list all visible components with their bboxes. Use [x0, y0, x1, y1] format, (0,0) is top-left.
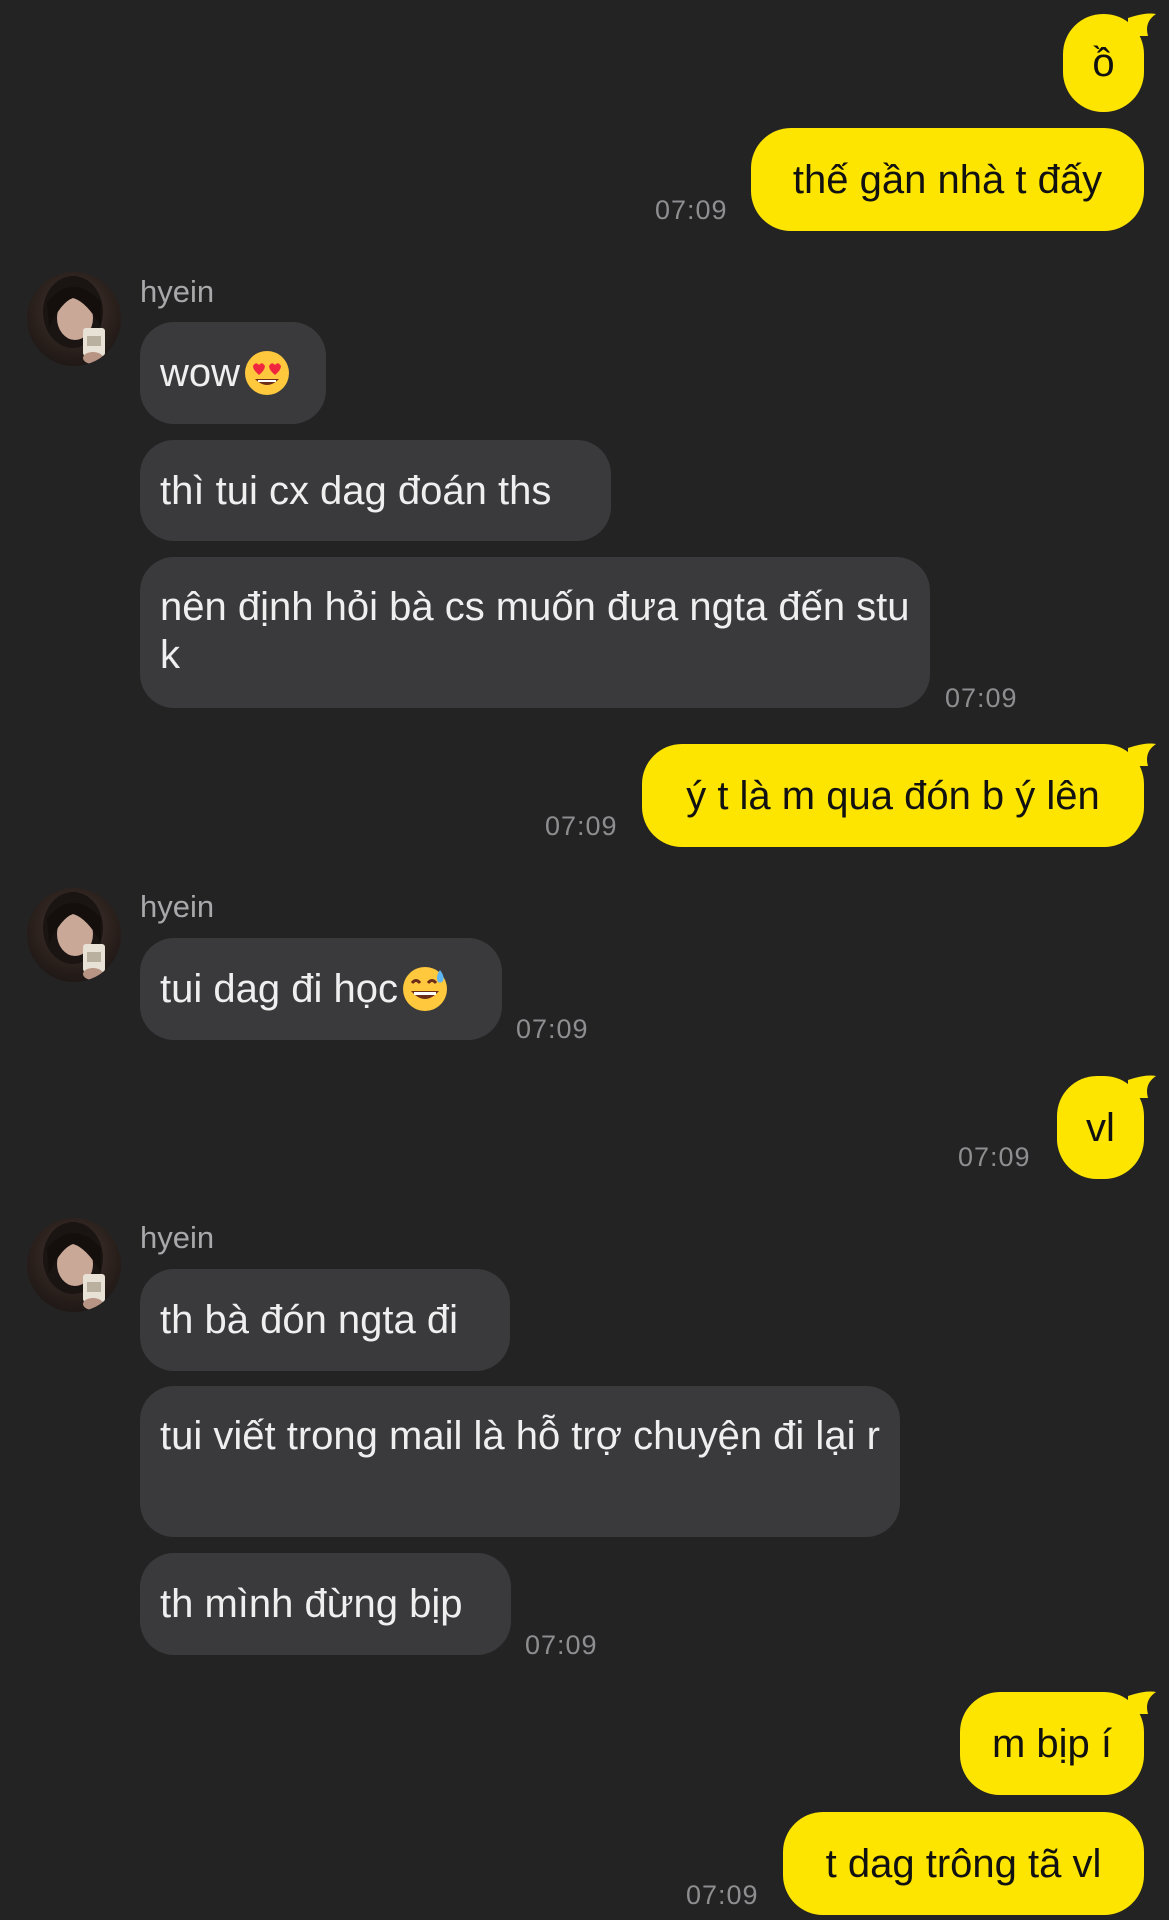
sent-message[interactable]: ý t là m qua đón b ý lên — [642, 744, 1144, 847]
message-text: thế gần nhà t đấy — [792, 157, 1103, 202]
message-timestamp: 07:09 — [545, 811, 618, 841]
grinning-sweat-emoji-icon — [402, 966, 448, 1012]
contact-avatar[interactable] — [27, 272, 121, 366]
contact-avatar[interactable] — [27, 888, 121, 982]
message-timestamp: 07:09 — [525, 1630, 598, 1660]
sender-name: hyein — [140, 1220, 215, 1255]
message-text: ồ — [1092, 41, 1115, 85]
bubble-tail-icon — [1128, 1691, 1156, 1714]
avatar-photo — [43, 892, 105, 980]
message-timestamp: 07:09 — [945, 683, 1018, 713]
sent-message[interactable]: thế gần nhà t đấy — [751, 128, 1144, 231]
message-text: t dag trông tã vl — [825, 1841, 1102, 1886]
received-message[interactable]: thì tui cx dag đoán ths — [140, 440, 611, 541]
message-timestamp: 07:09 — [958, 1142, 1031, 1172]
message-text: wow — [160, 351, 241, 395]
message-timestamp: 07:09 — [655, 195, 728, 225]
sender-name: hyein — [140, 889, 215, 924]
message-text: tui dag đi học — [160, 967, 398, 1011]
sent-message[interactable]: t dag trông tã vl — [783, 1812, 1144, 1915]
message-text: th bà đón ngta đi — [160, 1298, 459, 1342]
bubble-tail-icon — [1128, 1075, 1156, 1098]
avatar-photo — [43, 276, 105, 364]
received-message[interactable]: wow — [140, 322, 326, 424]
heart-eyes-emoji-icon — [244, 350, 290, 396]
message-text: thì tui cx dag đoán ths — [160, 468, 552, 513]
message-timestamp: 07:09 — [686, 1880, 759, 1910]
bubble-tail-icon — [1128, 13, 1156, 36]
message-text: th mình đừng bịp — [160, 1582, 463, 1626]
received-message[interactable]: th bà đón ngta đi — [140, 1269, 510, 1371]
message-text: vl — [1086, 1105, 1115, 1150]
sent-message[interactable]: m bịp í — [960, 1692, 1144, 1795]
sender-name: hyein — [140, 274, 215, 309]
avatar-photo — [43, 1222, 105, 1310]
contact-avatar[interactable] — [27, 1218, 121, 1312]
received-message[interactable]: tui viết trong mail là hỗ trợ chuyện đi … — [140, 1386, 900, 1537]
bubble-tail-icon — [1128, 743, 1156, 766]
received-message[interactable]: nên định hỏi bà cs muốn đưa ngta đến stu… — [140, 557, 930, 708]
chat-thread[interactable]: ồ 07:09 thế gần nhà t đấy hyein wow thì … — [0, 0, 1169, 1920]
message-text: ý t là m qua đón b ý lên — [686, 773, 1100, 818]
received-message[interactable]: tui dag đi học — [140, 938, 502, 1040]
message-text: nên định hỏi bà cs muốn đưa ngta đến stu… — [160, 585, 910, 677]
message-text: m bịp í — [991, 1721, 1113, 1766]
received-message[interactable]: th mình đừng bịp — [140, 1553, 511, 1655]
message-timestamp: 07:09 — [516, 1014, 589, 1044]
message-text: tui viết trong mail là hỗ trợ chuyện đi … — [160, 1414, 880, 1458]
